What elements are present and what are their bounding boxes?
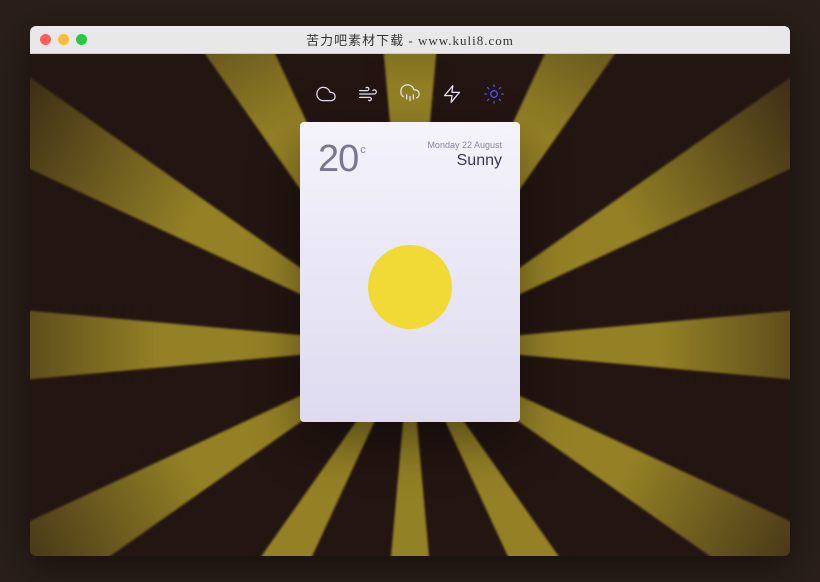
close-window-button[interactable]	[40, 34, 51, 45]
date-text: Monday 22 August	[427, 140, 502, 150]
cloud-icon[interactable]	[316, 84, 336, 104]
sun-icon[interactable]	[484, 84, 504, 104]
minimize-window-button[interactable]	[58, 34, 69, 45]
wind-icon[interactable]	[358, 84, 378, 104]
maximize-window-button[interactable]	[76, 34, 87, 45]
lightning-icon[interactable]	[442, 84, 462, 104]
content: 20 c Monday 22 August Sunny	[30, 54, 790, 556]
temperature-unit: c	[360, 144, 366, 156]
sun-graphic	[368, 245, 452, 329]
weather-card: 20 c Monday 22 August Sunny	[300, 122, 520, 422]
date-condition-block: Monday 22 August Sunny	[427, 140, 502, 170]
rain-icon[interactable]	[400, 84, 420, 104]
window-title: 苦力吧素材下载 - www.kuli8.com	[30, 30, 790, 49]
browser-window: 苦力吧素材下载 - www.kuli8.com	[30, 26, 790, 556]
weather-icon-row	[316, 84, 504, 104]
temperature-value: 20	[318, 140, 358, 178]
card-header: 20 c Monday 22 August Sunny	[318, 140, 502, 178]
viewport: 20 c Monday 22 August Sunny	[30, 54, 790, 556]
traffic-lights	[30, 34, 87, 45]
title-bar: 苦力吧素材下载 - www.kuli8.com	[30, 26, 790, 54]
condition-text: Sunny	[427, 152, 502, 170]
temperature-block: 20 c	[318, 140, 366, 178]
